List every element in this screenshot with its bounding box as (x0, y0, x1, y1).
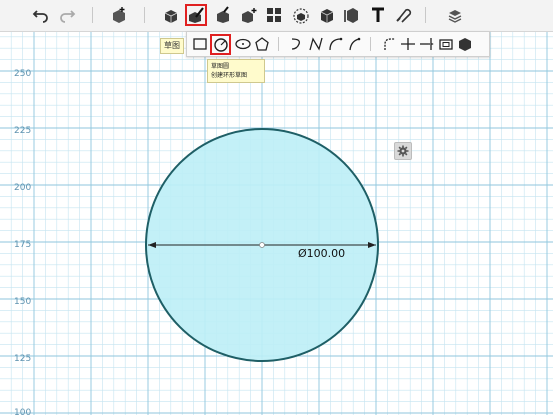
measure-icon (344, 8, 358, 23)
text-button[interactable] (367, 4, 389, 26)
y-label-225: 225 (14, 126, 31, 136)
settings-button[interactable] (394, 142, 412, 160)
tooltip: 草图圆 创建环形草图 (207, 59, 265, 83)
add-box-button[interactable] (108, 4, 130, 26)
diameter-dimension-label[interactable]: Ø100.00 (298, 247, 345, 260)
main-toolbar (0, 0, 553, 32)
fillet-icon (384, 38, 395, 50)
fillet-tool-button[interactable] (380, 35, 398, 53)
extend-tool-button[interactable] (418, 35, 436, 53)
two-point-arc-tool-button[interactable] (326, 35, 344, 53)
rectangle-tool-button[interactable] (191, 35, 209, 53)
rectangle-icon (193, 38, 207, 50)
polyline-icon (291, 38, 300, 50)
offset-tool-button[interactable] (437, 35, 455, 53)
snap-button[interactable] (392, 4, 414, 26)
primitives-button[interactable] (160, 4, 182, 26)
construct-button[interactable] (212, 4, 234, 26)
two-point-arc-icon (329, 37, 343, 51)
snap-icon (396, 8, 412, 23)
y-label-125: 125 (14, 354, 31, 364)
three-point-arc-tool-button[interactable] (345, 35, 363, 53)
three-point-arc-icon (349, 37, 361, 51)
pattern-icon (267, 8, 281, 22)
sketch-canvas[interactable]: 250 225 200 175 150 125 100 Ø100.00 (0, 32, 553, 415)
sketch-panel-label: 草图 (160, 38, 184, 54)
grouping-icon (293, 8, 309, 24)
redo-icon (60, 10, 76, 23)
construct-icon (217, 6, 229, 23)
project-tool-button[interactable] (456, 35, 474, 53)
combine-icon (320, 9, 334, 23)
undo-button[interactable] (30, 4, 52, 26)
redo-button[interactable] (56, 4, 78, 26)
pattern-button[interactable] (263, 4, 285, 26)
modify-button[interactable] (238, 4, 260, 26)
toolbar-divider (425, 7, 426, 23)
circle-icon (213, 37, 228, 52)
tooltip-title: 草图圆 (211, 63, 230, 70)
project-icon (459, 38, 471, 51)
ellipse-icon (235, 38, 251, 50)
material-button[interactable] (444, 4, 466, 26)
spline-icon (309, 37, 323, 51)
y-label-150: 150 (14, 297, 31, 307)
toolbar-divider (92, 7, 93, 23)
offset-icon (439, 39, 453, 50)
extend-icon (420, 38, 434, 50)
trim-tool-button[interactable] (399, 35, 417, 53)
tools-divider (278, 37, 279, 51)
y-label-250: 250 (14, 69, 31, 79)
polyline-tool-button[interactable] (288, 35, 306, 53)
polygon-tool-button[interactable] (253, 35, 271, 53)
undo-icon (32, 10, 48, 23)
grouping-button[interactable] (290, 4, 312, 26)
ellipse-tool-button[interactable] (234, 35, 252, 53)
circle-center-point[interactable] (259, 242, 265, 248)
sketch-icon (189, 7, 204, 23)
modify-icon (242, 8, 257, 23)
y-label-175: 175 (14, 240, 31, 250)
y-label-100: 100 (14, 408, 31, 415)
circle-tool-button[interactable] (210, 34, 231, 55)
tools-divider (370, 37, 371, 51)
text-icon (372, 7, 384, 22)
trim-icon (401, 38, 415, 50)
combine-button[interactable] (316, 4, 338, 26)
gear-icon (397, 145, 409, 157)
polygon-icon (255, 37, 269, 51)
sketch-button[interactable] (185, 4, 207, 26)
measure-button[interactable] (341, 4, 363, 26)
primitives-icon (164, 10, 178, 23)
y-label-200: 200 (14, 183, 31, 193)
material-icon (448, 10, 462, 23)
tooltip-description: 创建环形草图 (211, 72, 248, 79)
toolbar-divider (144, 7, 145, 23)
add-box-icon (113, 7, 125, 23)
spline-tool-button[interactable] (307, 35, 325, 53)
sketch-tools-bar (186, 31, 490, 57)
